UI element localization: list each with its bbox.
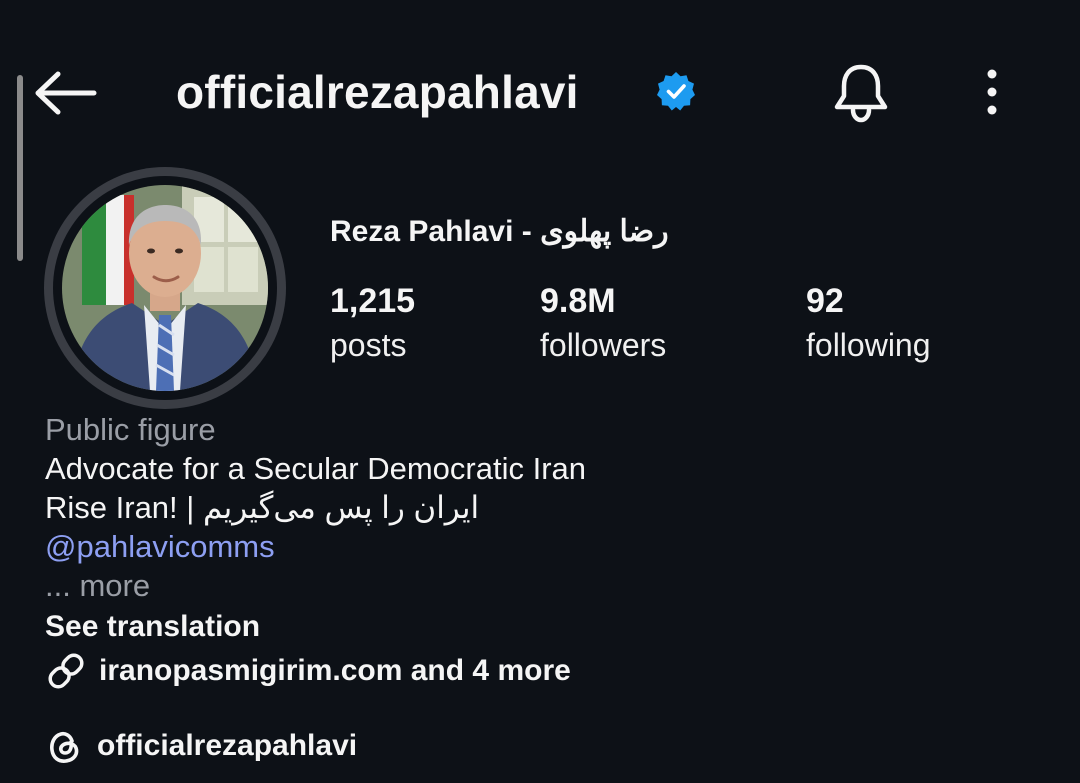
profile-username: officialrezapahlavi [176,66,579,118]
following-stat[interactable]: 92 following [806,280,931,368]
following-count: 92 [806,282,844,320]
verified-badge-icon [657,72,695,111]
bell-icon [834,64,888,123]
bio-line: Rise Iran! | ایران را پس می‌گیریم [45,490,480,525]
followers-stat[interactable]: 9.8M followers [540,280,666,368]
profile-photo [62,185,268,391]
mention-link[interactable]: @pahlavicomms [45,527,586,566]
more-options-button[interactable] [970,62,1014,122]
threads-handle: officialrezapahlavi [97,729,358,762]
followers-count: 9.8M [540,282,616,320]
link-icon [48,653,84,689]
posts-stat[interactable]: 1,215 posts [330,280,415,368]
profile-display-name: Reza Pahlavi - رضا پهلوی [330,215,669,248]
bio-line: Advocate for a Secular Democratic Iran [45,451,587,486]
posts-count: 1,215 [330,282,416,320]
more-link[interactable]: ... more [45,566,586,605]
external-link[interactable]: iranopasmigirim.com and 4 more [45,648,571,694]
threads-link[interactable]: officialrezapahlavi [45,723,357,769]
posts-label: posts [330,327,407,363]
followers-label: followers [540,327,667,363]
external-link-text: iranopasmigirim.com and 4 more [99,654,571,687]
back-arrow-icon [35,71,97,115]
back-button[interactable] [30,62,102,124]
threads-icon [50,731,79,763]
more-vertical-icon [987,69,997,115]
avatar[interactable] [62,185,268,391]
profile-header: officialrezapahlavi [0,0,1080,180]
see-translation-link[interactable]: See translation [45,607,260,647]
following-label: following [806,327,931,363]
notifications-button[interactable] [828,60,894,126]
profile-bio: Public figure Advocate for a Secular Dem… [45,410,586,605]
avatar-story-ring[interactable] [44,167,286,409]
category-label: Public figure [45,412,216,447]
